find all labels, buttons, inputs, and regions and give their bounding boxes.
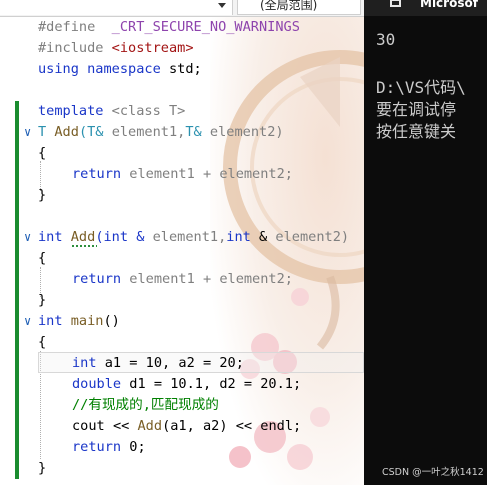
- fold-chevron-icon[interactable]: ∨: [24, 311, 36, 332]
- code-token: double: [72, 376, 122, 392]
- code-line[interactable]: ∨ int main(): [0, 311, 364, 332]
- code-line[interactable]: #define _CRT_SECURE_NO_WARNINGS: [0, 17, 364, 38]
- console-window[interactable]: Microsof 30 D:\VS代码\ 要在调试停 按任意键关: [364, 0, 487, 485]
- code-token: return: [72, 271, 122, 287]
- code-line[interactable]: return element1 + element2;: [0, 164, 364, 185]
- code-line[interactable]: ∨ int Add(int & element1,int & element2): [0, 227, 364, 248]
- code-line[interactable]: {: [0, 143, 364, 164]
- watermark: CSDN @一叶之秋1412: [382, 467, 484, 478]
- member-combo[interactable]: [0, 0, 233, 15]
- code-token: <<: [112, 418, 130, 434]
- code-token: {: [38, 334, 47, 350]
- code-line[interactable]: double d1 = 10.1, d2 = 20.1;: [0, 374, 364, 395]
- code-token: Add: [70, 229, 96, 245]
- code-token: int: [226, 229, 251, 245]
- code-token: #define: [38, 19, 96, 35]
- code-line[interactable]: {: [0, 248, 364, 269]
- code-token: (int &: [95, 229, 145, 245]
- code-line[interactable]: return 0;: [0, 437, 364, 458]
- code-line[interactable]: #include <iostream>: [0, 38, 364, 59]
- console-title: Microsof: [420, 0, 478, 10]
- code-token: int: [38, 313, 63, 329]
- code-token: int: [38, 229, 63, 245]
- console-message: 要在调试停: [376, 100, 457, 119]
- squiggle-underline: [72, 245, 97, 247]
- code-token: T>: [168, 103, 186, 119]
- console-message: 按任意键关: [376, 122, 457, 141]
- scope-combo[interactable]: (全局范围): [237, 0, 361, 15]
- code-token: T: [38, 124, 47, 140]
- code-token: }: [38, 292, 47, 308]
- code-token: element1,: [152, 229, 227, 245]
- code-token: element1,: [111, 124, 186, 140]
- terminal-icon: [390, 0, 401, 7]
- code-token: {: [38, 145, 47, 161]
- editor-toolbar: (全局范围): [0, 0, 364, 17]
- code-token: <iostream>: [111, 40, 194, 56]
- code-token: template: [38, 103, 104, 119]
- fold-chevron-icon[interactable]: ∨: [24, 227, 36, 248]
- code-line[interactable]: ∨ T Add(T& element1,T& element2): [0, 122, 364, 143]
- code-comment: //有现成的,匹配现成的: [72, 397, 219, 413]
- code-token: }: [38, 460, 47, 476]
- code-line[interactable]: using namespace std;: [0, 59, 364, 80]
- code-token: using: [38, 61, 79, 77]
- chevron-down-icon[interactable]: [218, 3, 226, 8]
- code-token: <<: [235, 418, 253, 434]
- console-output: 30: [376, 30, 396, 49]
- code-token: (a1, a2): [162, 418, 228, 434]
- code-token: endl;: [260, 418, 302, 434]
- code-line[interactable]: }: [0, 290, 364, 311]
- code-token: &: [259, 229, 268, 245]
- code-line[interactable]: return element1 + element2;: [0, 269, 364, 290]
- code-token: return: [72, 166, 122, 182]
- code-line[interactable]: }: [0, 185, 364, 206]
- code-token: element1 + element2;: [129, 166, 293, 182]
- code-token: T&: [185, 124, 202, 140]
- code-token: {: [38, 250, 47, 266]
- code-token: main: [70, 313, 104, 329]
- code-token: namespace: [87, 61, 161, 77]
- code-line[interactable]: template <class T>: [0, 101, 364, 122]
- code-token: (T&: [78, 124, 104, 140]
- code-line[interactable]: cout << Add(a1, a2) << endl;: [0, 416, 364, 437]
- code-token: _CRT_SECURE_NO_WARNINGS: [111, 19, 300, 35]
- code-token: <class: [111, 103, 161, 119]
- code-token: d1 = 10.1, d2 = 20.1;: [129, 376, 302, 392]
- code-line[interactable]: {: [0, 332, 364, 353]
- code-token: a1 = 10, a2 = 20;: [104, 355, 244, 371]
- code-token: Add: [54, 124, 79, 140]
- code-editor[interactable]: #define _CRT_SECURE_NO_WARNINGS #include…: [0, 17, 364, 485]
- code-token: cout: [72, 418, 105, 434]
- code-token: 0;: [129, 439, 146, 455]
- console-path: D:\VS代码\: [376, 78, 466, 97]
- code-token: #include: [38, 40, 104, 56]
- code-line[interactable]: int a1 = 10, a2 = 20;: [0, 353, 364, 374]
- code-token: }: [38, 187, 47, 203]
- console-title-bar[interactable]: Microsof: [364, 0, 487, 16]
- code-token: return: [72, 439, 122, 455]
- code-token: element2): [275, 229, 350, 245]
- code-token: (): [103, 313, 120, 329]
- code-token: std;: [168, 61, 202, 77]
- code-line[interactable]: //有现成的,匹配现成的: [0, 395, 364, 416]
- code-token: element1 + element2;: [129, 271, 293, 287]
- fold-chevron-icon[interactable]: ∨: [24, 122, 36, 143]
- code-token: element2): [209, 124, 284, 140]
- code-token: int: [72, 355, 97, 371]
- code-token: Add: [137, 418, 163, 434]
- code-line[interactable]: }: [0, 458, 364, 479]
